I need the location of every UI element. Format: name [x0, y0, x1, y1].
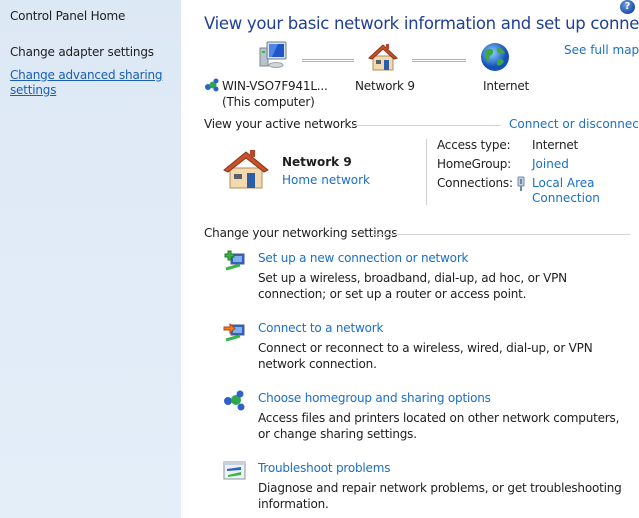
settings-heading: Change your networking settings	[204, 226, 398, 240]
section-divider	[372, 234, 630, 235]
connect-network-icon	[223, 321, 247, 343]
task-troubleshoot-desc: Diagnose and repair network problems, or…	[258, 481, 622, 511]
help-icon[interactable]: ?	[620, 0, 635, 14]
map-connector	[302, 59, 354, 62]
sidebar: Control Panel Home Change adapter settin…	[0, 0, 181, 518]
map-connector	[412, 59, 466, 62]
ethernet-plug-icon	[516, 176, 526, 192]
homegroup-icon	[223, 390, 247, 412]
homegroup-small-icon	[204, 78, 220, 92]
homegroup-joined-link[interactable]: Joined	[532, 157, 569, 171]
connections-label: Connections:	[437, 176, 513, 190]
access-type-value: Internet	[532, 138, 579, 152]
house-icon	[221, 148, 271, 190]
task-homegroup-desc: Access files and printers located on oth…	[258, 411, 620, 441]
section-divider	[352, 125, 501, 126]
main-content: ? View your basic network information an…	[181, 0, 639, 518]
see-full-map-link[interactable]: See full map	[564, 43, 639, 57]
task-new-connection-link[interactable]: Set up a new connection or network	[258, 251, 468, 265]
page-title: View your basic network information and …	[204, 14, 639, 33]
sidebar-item-change-advanced-sharing[interactable]: Change advanced sharing settings	[10, 68, 170, 98]
active-networks-heading: View your active networks	[204, 117, 358, 131]
local-area-connection-link[interactable]: Local Area Connection	[532, 176, 622, 206]
task-troubleshoot-link[interactable]: Troubleshoot problems	[258, 461, 390, 475]
task-homegroup-link[interactable]: Choose homegroup and sharing options	[258, 391, 491, 405]
homegroup-label: HomeGroup:	[437, 157, 512, 171]
sidebar-item-change-adapter-settings[interactable]: Change adapter settings	[10, 45, 154, 59]
troubleshoot-icon	[223, 460, 247, 482]
network-map-name[interactable]: Network 9	[355, 79, 415, 93]
task-new-connection-desc: Set up a wireless, broadband, dial-up, a…	[258, 271, 567, 301]
computer-sub: (This computer)	[222, 95, 315, 109]
house-icon[interactable]	[367, 42, 399, 72]
computer-name[interactable]: WIN-VSO7F941L...	[222, 79, 328, 93]
control-panel-home-link[interactable]: Control Panel Home	[10, 9, 125, 23]
new-connection-icon	[223, 250, 247, 272]
network-type-link[interactable]: Home network	[282, 173, 370, 187]
internet-label[interactable]: Internet	[483, 79, 529, 93]
connect-or-disconnect-link[interactable]: Connect or disconnect	[509, 117, 639, 131]
computer-icon	[258, 40, 288, 70]
globe-icon[interactable]	[479, 41, 511, 73]
task-connect-network-desc: Connect or reconnect to a wireless, wire…	[258, 341, 593, 371]
vertical-divider	[426, 139, 427, 205]
access-type-label: Access type:	[437, 138, 511, 152]
task-connect-network-link[interactable]: Connect to a network	[258, 321, 383, 335]
active-network-name: Network 9	[282, 155, 352, 169]
